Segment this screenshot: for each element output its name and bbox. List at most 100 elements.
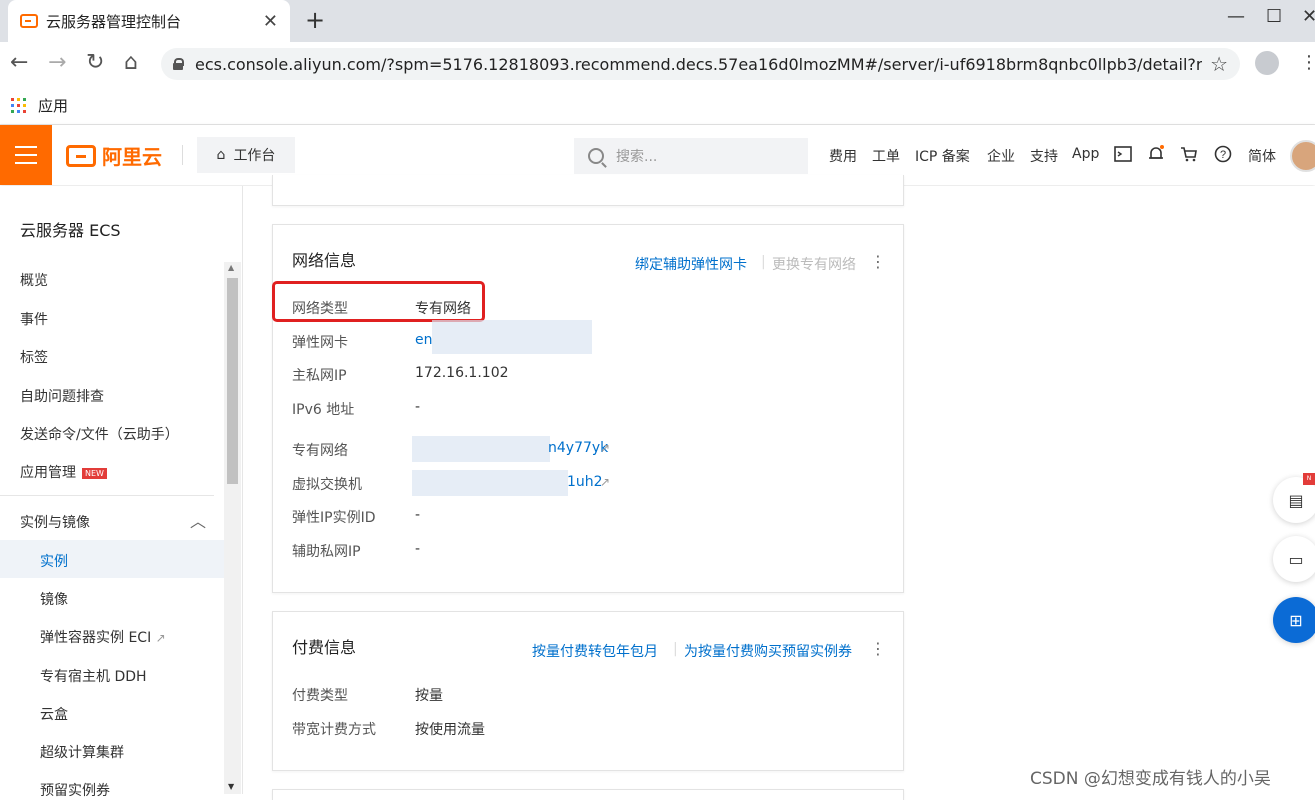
aliyun-logo-icon bbox=[66, 144, 96, 167]
billing-info-card bbox=[272, 611, 904, 771]
user-avatar[interactable] bbox=[1290, 140, 1315, 172]
feedback-float-button[interactable]: ▭ bbox=[1273, 536, 1315, 582]
apps-grid-dot bbox=[11, 103, 14, 107]
sidebar-group-instances-images[interactable]: 实例与镜像 bbox=[20, 512, 90, 532]
sidebar-item-ddh[interactable]: 专有宿主机 DDH bbox=[40, 666, 147, 686]
workbench-button[interactable]: ⌂ 工作台 bbox=[197, 137, 295, 173]
apps-grid-dot bbox=[23, 97, 26, 101]
scroll-down-icon[interactable]: ▼ bbox=[228, 782, 234, 791]
bandwidth-billing-label: 带宽计费方式 bbox=[292, 722, 376, 738]
eni-value[interactable]: en bbox=[415, 332, 433, 348]
scroll-up-icon[interactable]: ▲ bbox=[228, 263, 234, 272]
sidebar-item-reserved-instances[interactable]: 预留实例券 bbox=[40, 780, 110, 800]
url-text: ecs.console.aliyun.com/?spm=5176.1281809… bbox=[195, 54, 1203, 74]
browser-menu-icon[interactable]: ⋮ bbox=[1300, 52, 1315, 73]
float-new-badge: N bbox=[1303, 473, 1315, 485]
cart-icon[interactable] bbox=[1180, 145, 1198, 163]
apps-grid-dot bbox=[23, 109, 26, 113]
home-icon[interactable]: ⌂ bbox=[124, 50, 138, 75]
browser-tab[interactable]: 云服务器管理控制台 ✕ bbox=[8, 0, 290, 42]
apps-grid-dot bbox=[23, 103, 26, 107]
search-icon bbox=[588, 148, 604, 164]
bookmarks-bar: 应用 bbox=[0, 86, 1315, 125]
external-link-icon[interactable]: ↗ bbox=[600, 441, 610, 455]
eip-id-value: - bbox=[415, 507, 421, 523]
buy-reserved-instance-link[interactable]: 为按量付费购买预留实例券 bbox=[684, 641, 852, 661]
primary-private-ip-label: 主私网IP bbox=[292, 368, 347, 384]
minimize-button[interactable]: — bbox=[1227, 6, 1245, 27]
watermark: CSDN @幻想变成有钱人的小吴 bbox=[1030, 769, 1271, 789]
aliyun-favicon-icon bbox=[20, 14, 38, 28]
terminal-icon[interactable] bbox=[1114, 145, 1132, 163]
nav-support[interactable]: 支持 bbox=[1030, 146, 1058, 166]
network-card-title: 网络信息 bbox=[292, 251, 357, 270]
redaction-blur bbox=[432, 320, 592, 354]
sidebar-item-send-command[interactable]: 发送命令/文件（云助手） bbox=[20, 424, 179, 444]
language-switch[interactable]: 简体 bbox=[1248, 146, 1276, 166]
aliyun-logo[interactable]: 阿里云 bbox=[66, 141, 162, 170]
maximize-button[interactable]: ☐ bbox=[1266, 6, 1282, 27]
chevron-up-icon[interactable]: ︿ bbox=[190, 508, 206, 532]
more-actions-icon[interactable]: ⋮ bbox=[870, 252, 886, 271]
svg-text:?: ? bbox=[1220, 149, 1226, 161]
menu-hamburger-icon[interactable] bbox=[0, 125, 52, 185]
close-window-button[interactable]: ✕ bbox=[1302, 6, 1315, 27]
sidebar-item-images[interactable]: 镜像 bbox=[40, 589, 68, 609]
book-icon: ▤ bbox=[1288, 490, 1304, 510]
tab-title: 云服务器管理控制台 bbox=[46, 12, 182, 31]
apps-grid-dot bbox=[17, 109, 20, 113]
apps-bookmark[interactable]: 应用 bbox=[38, 95, 68, 116]
new-badge: NEW bbox=[82, 467, 107, 479]
convert-to-subscription-link[interactable]: 按量付费转包年包月 bbox=[532, 641, 658, 661]
apps-grid-dot bbox=[17, 103, 20, 107]
vswitch-value[interactable]: 1uh2 bbox=[567, 474, 603, 490]
redaction-blur bbox=[412, 436, 550, 462]
secondary-private-ip-label: 辅助私网IP bbox=[292, 544, 361, 560]
bind-secondary-eni-link[interactable]: 绑定辅助弹性网卡 bbox=[635, 254, 747, 274]
new-tab-button[interactable]: + bbox=[305, 6, 325, 34]
url-field[interactable]: ecs.console.aliyun.com/?spm=5176.1281809… bbox=[161, 48, 1240, 80]
search-input[interactable]: 搜索... bbox=[574, 138, 808, 174]
external-link-icon[interactable]: ↗ bbox=[600, 475, 610, 489]
workbench-label: 工作台 bbox=[233, 148, 276, 164]
sidebar-item-eci[interactable]: 弹性容器实例 ECI ↗ bbox=[40, 627, 166, 647]
reload-icon[interactable]: ↻ bbox=[86, 50, 104, 75]
sidebar-scrollbar-thumb[interactable] bbox=[227, 278, 238, 484]
profile-avatar-icon[interactable] bbox=[1255, 51, 1279, 75]
back-icon[interactable]: ← bbox=[10, 50, 28, 75]
eni-label: 弹性网卡 bbox=[292, 335, 348, 351]
nav-app[interactable]: App bbox=[1072, 146, 1099, 162]
previous-card bbox=[272, 175, 904, 206]
sidebar-divider bbox=[0, 495, 214, 496]
sidebar-item-troubleshoot[interactable]: 自助问题排查 bbox=[20, 386, 104, 406]
sidebar-item-tags[interactable]: 标签 bbox=[20, 347, 48, 367]
more-actions-icon[interactable]: ⋮ bbox=[870, 639, 886, 658]
nav-enterprise[interactable]: 企业 bbox=[987, 146, 1015, 166]
apps-float-button[interactable]: ⊞ bbox=[1273, 597, 1315, 643]
vswitch-label: 虚拟交换机 bbox=[292, 477, 362, 493]
tab-close-icon[interactable]: ✕ bbox=[263, 11, 278, 32]
sidebar-item-overview[interactable]: 概览 bbox=[20, 270, 48, 290]
nav-icp[interactable]: ICP 备案 bbox=[915, 146, 970, 166]
apps-grid-dot bbox=[11, 97, 14, 101]
apps-grid-icon[interactable] bbox=[11, 97, 26, 113]
brand-name: 阿里云 bbox=[102, 145, 162, 169]
home-icon: ⌂ bbox=[216, 147, 226, 163]
nav-billing[interactable]: 费用 bbox=[829, 146, 857, 166]
sidebar-item-supercomputing[interactable]: 超级计算集群 bbox=[40, 742, 124, 762]
external-link-icon: ↗ bbox=[155, 631, 166, 645]
sidebar-item-events[interactable]: 事件 bbox=[20, 309, 48, 329]
sidebar-item-cloudbox[interactable]: 云盒 bbox=[40, 704, 68, 724]
sidebar-item-app-management[interactable]: 应用管理 NEW bbox=[20, 462, 107, 482]
help-icon[interactable]: ? bbox=[1214, 145, 1232, 163]
search-placeholder: 搜索... bbox=[616, 149, 658, 165]
action-separator: | bbox=[673, 641, 678, 657]
sidebar-title: 云服务器 ECS bbox=[20, 221, 121, 240]
bookmark-star-icon[interactable]: ☆ bbox=[1210, 52, 1228, 76]
sidebar-item-instances[interactable]: 实例 bbox=[40, 551, 68, 571]
forward-icon[interactable]: → bbox=[48, 50, 66, 75]
secondary-private-ip-value: - bbox=[415, 541, 421, 557]
lock-icon bbox=[173, 58, 184, 70]
notification-bell-icon[interactable] bbox=[1147, 145, 1165, 163]
nav-ticket[interactable]: 工单 bbox=[872, 146, 900, 166]
